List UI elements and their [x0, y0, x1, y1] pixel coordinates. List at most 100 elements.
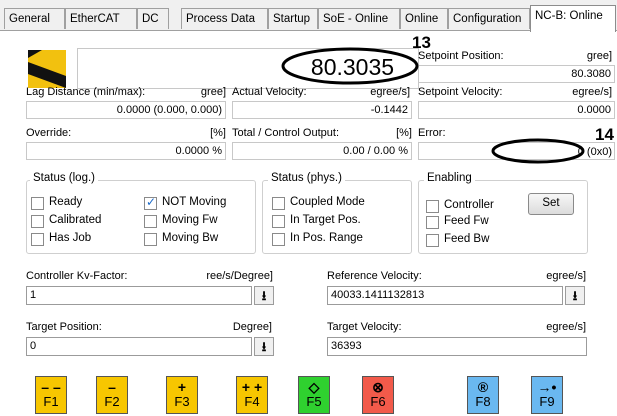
override-unit: [%]: [210, 127, 226, 139]
plus-icon: +: [177, 379, 187, 395]
total-output-unit: [%]: [396, 127, 412, 139]
f2-label: F2: [104, 394, 120, 409]
moving-bw-checkbox: [144, 233, 157, 246]
in-target-pos-label: In Target Pos.: [290, 214, 361, 226]
not-moving-label: NOT Moving: [162, 196, 227, 208]
annotation-big-value: 80.3035: [310, 54, 395, 80]
setpoint-position-value: 80.3080: [418, 65, 615, 83]
kv-factor-label: Controller Kv-Factor:: [26, 270, 128, 282]
override-label: Override:: [26, 127, 72, 139]
tab-online[interactable]: Online: [400, 8, 448, 29]
tab-general[interactable]: General: [4, 8, 65, 29]
check-icon: ✓: [146, 195, 157, 209]
target-position-input[interactable]: 0: [26, 337, 252, 356]
controller-checkbox[interactable]: [426, 200, 439, 213]
coupled-mode-checkbox: [272, 197, 285, 210]
f9-label: F9: [539, 394, 555, 409]
f9-button[interactable]: →• F9: [531, 376, 563, 414]
minus-icon: –: [108, 379, 116, 395]
moving-bw-label: Moving Bw: [162, 232, 219, 244]
feed-bw-label: Feed Bw: [444, 233, 490, 245]
not-moving-checkbox: ✓: [144, 195, 157, 210]
target-velocity-input[interactable]: 36393: [327, 337, 587, 356]
override-value: 0.0000 %: [26, 142, 226, 160]
feed-bw-checkbox[interactable]: [426, 234, 439, 247]
double-minus-icon: – –: [41, 379, 61, 395]
diamond-icon: ◇: [308, 379, 320, 395]
stop-icon: ⊗: [372, 379, 384, 395]
tab-nc-b-online[interactable]: NC-B: Online: [530, 5, 616, 32]
beckhoff-logo-icon: [28, 50, 66, 88]
error-label: Error:: [418, 127, 446, 139]
f4-button[interactable]: + + F4: [236, 376, 268, 414]
has-job-label: Has Job: [49, 232, 92, 244]
tab-soe-online[interactable]: SoE - Online: [318, 8, 400, 29]
lag-distance-unit: gree]: [200, 86, 226, 98]
error-value: 0 (0x0): [577, 146, 612, 158]
f8-button[interactable]: ® F8: [467, 376, 499, 414]
double-plus-icon: + +: [241, 379, 263, 395]
target-velocity-unit: egree/s]: [546, 321, 586, 333]
target-velocity-label: Target Velocity:: [327, 321, 402, 333]
ref-velocity-input[interactable]: 40033.1411132813: [327, 286, 563, 305]
actual-velocity-unit: egree/s]: [370, 86, 410, 98]
status-log-title: Status (log.): [30, 172, 98, 184]
feed-fw-checkbox[interactable]: [426, 216, 439, 229]
ready-checkbox: [31, 197, 44, 210]
setpoint-velocity-label: Setpoint Velocity:: [418, 86, 503, 98]
arrow-right-dot-icon: →•: [537, 379, 557, 395]
kv-factor-apply-button[interactable]: ⭳: [254, 286, 274, 305]
tab-process-data[interactable]: Process Data: [181, 8, 268, 29]
in-pos-range-checkbox: [272, 233, 285, 246]
actual-velocity-label: Actual Velocity:: [232, 86, 307, 98]
lag-distance-label: Lag Distance (min/max):: [26, 86, 146, 98]
f5-button[interactable]: ◇ F5: [298, 376, 330, 414]
in-target-pos-checkbox: [272, 215, 285, 228]
annotation-14: 14: [595, 125, 614, 144]
status-phys-title: Status (phys.): [268, 172, 345, 184]
tab-startup[interactable]: Startup: [268, 8, 318, 29]
calibrated-checkbox: [31, 215, 44, 228]
tab-bar: General EtherCAT DC Process Data Startup…: [0, 0, 617, 32]
in-pos-range-label: In Pos. Range: [290, 232, 363, 244]
moving-fw-checkbox: [144, 215, 157, 228]
target-position-unit: Degree]: [232, 321, 272, 333]
reset-icon: ®: [477, 379, 489, 395]
tab-ethercat[interactable]: EtherCAT: [65, 8, 137, 29]
ref-velocity-apply-button[interactable]: ⭳: [565, 286, 585, 305]
setpoint-velocity-unit: egree/s]: [572, 86, 612, 98]
controller-label: Controller: [444, 199, 494, 211]
kv-factor-input[interactable]: 1: [26, 286, 252, 305]
f5-label: F5: [306, 394, 322, 409]
has-job-checkbox: [31, 233, 44, 246]
actual-velocity-value: -0.1442: [232, 101, 412, 119]
ready-label: Ready: [49, 196, 83, 208]
feed-fw-label: Feed Fw: [444, 215, 489, 227]
target-position-label: Target Position:: [26, 321, 102, 333]
total-output-label: Total / Control Output:: [232, 127, 339, 139]
ref-velocity-label: Reference Velocity:: [327, 270, 422, 282]
f6-button[interactable]: ⊗ F6: [362, 376, 394, 414]
lag-distance-value: 0.0000 (0.000, 0.000): [26, 101, 226, 119]
f3-button[interactable]: + F3: [166, 376, 198, 414]
set-button[interactable]: Set: [528, 193, 574, 215]
moving-fw-label: Moving Fw: [162, 214, 218, 226]
total-output-value: 0.00 / 0.00 %: [232, 142, 412, 160]
setpoint-position-unit: gree]: [586, 50, 612, 62]
tab-dc[interactable]: DC: [137, 8, 169, 29]
setpoint-velocity-value: 0.0000: [418, 101, 615, 119]
coupled-mode-label: Coupled Mode: [290, 196, 365, 208]
enabling-title: Enabling: [424, 172, 475, 184]
f1-button[interactable]: – – F1: [35, 376, 67, 414]
f8-label: F8: [475, 394, 491, 409]
calibrated-label: Calibrated: [49, 214, 102, 226]
f2-button[interactable]: – F2: [96, 376, 128, 414]
target-position-apply-button[interactable]: ⭳: [254, 337, 274, 356]
ref-velocity-unit: egree/s]: [546, 270, 586, 282]
kv-factor-unit: ree/s/Degree]: [206, 270, 273, 282]
f3-label: F3: [174, 394, 190, 409]
f6-label: F6: [370, 394, 386, 409]
tab-configuration[interactable]: Configuration: [448, 8, 530, 29]
f4-label: F4: [244, 394, 260, 409]
f1-label: F1: [43, 394, 59, 409]
